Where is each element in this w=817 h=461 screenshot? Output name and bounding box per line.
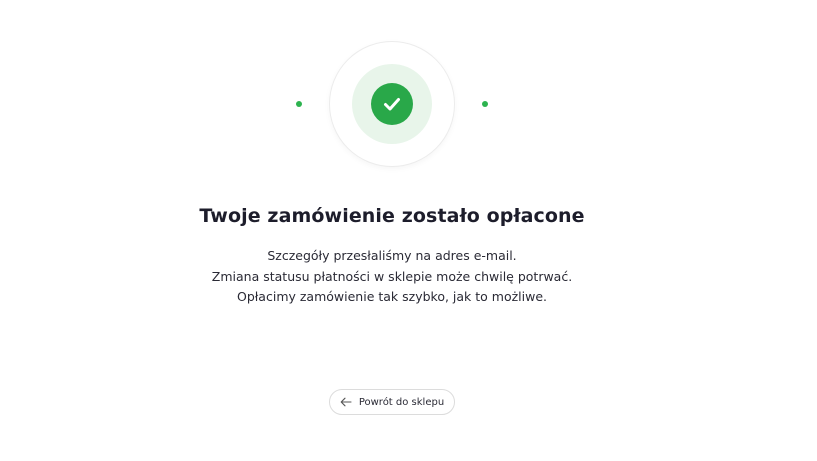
checkmark-icon [371, 83, 413, 125]
decorative-dot-left [296, 101, 302, 107]
page-title: Twoje zamówienie zostało opłacone [199, 205, 585, 227]
message-line-payment: Opłacimy zamówienie tak szybko, jak to m… [236, 289, 548, 304]
decorative-dot-right [482, 101, 488, 107]
arrow-left-icon [340, 397, 352, 407]
success-status-graphic [329, 41, 455, 167]
back-to-shop-label: Powrót do sklepu [358, 396, 445, 408]
checkmark-glyph [384, 98, 400, 111]
message-line-email: Szczegóły przesłaliśmy na adres e-mail. [267, 248, 517, 263]
payment-success-page: Twoje zamówienie zostało opłacone Szczeg… [0, 0, 817, 461]
message-line-status-delay: Zmiana statusu płatności w sklepie może … [211, 268, 573, 284]
back-to-shop-button[interactable]: Powrót do sklepu [329, 389, 455, 415]
status-message: Szczegóły przesłaliśmy na adres e-mail. … [0, 246, 784, 308]
